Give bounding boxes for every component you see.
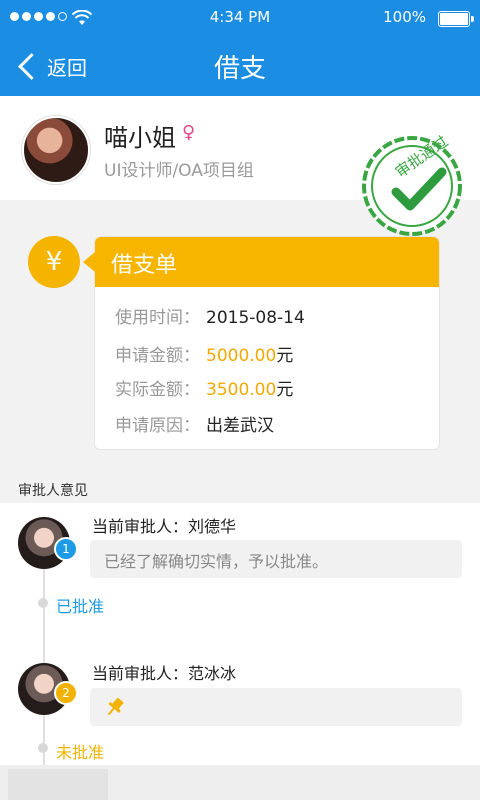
user-role: UI设计师/OA项目组 [104, 161, 254, 181]
status-pending: 未批准 [56, 743, 105, 762]
row-label: 使用时间： [115, 308, 200, 328]
card-header: 借支单 [83, 237, 439, 287]
female-icon: ♀ [182, 122, 196, 143]
approver-name: 当前审批人：刘德华 [92, 517, 237, 536]
row-unit: 元 [276, 346, 294, 366]
top-bar: 4:34 PM 100% 返回 借支 [0, 0, 480, 96]
loan-card: 借支单 使用时间： 2015-08-14 申请金额： 5000.00元 实际金额： 3… [83, 236, 440, 450]
bottom-tab[interactable] [8, 769, 108, 800]
row-actual-amount: 实际金额： 3500.00元 [115, 375, 293, 400]
approvals-list: 1 当前审批人：刘德华 已经了解确切实情，予以批准。 已批准 2 当前审批人：范… [0, 503, 480, 765]
comment-bubble: 已经了解确切实情，予以批准。 [90, 540, 462, 578]
row-value: 5000.00 [206, 346, 277, 366]
page-title: 借支 [213, 54, 266, 84]
yen-icon: ¥ [28, 236, 80, 288]
comment-bubble [90, 688, 462, 726]
row-use-date: 使用时间： 2015-08-14 [115, 303, 305, 328]
order-badge: 1 [54, 537, 78, 561]
order-badge: 2 [54, 681, 78, 705]
approved-stamp: 审批通过 [360, 132, 464, 238]
pin-icon [107, 697, 124, 716]
section-title: 审批人意见 [18, 483, 88, 499]
card-title: 借支单 [111, 253, 178, 278]
user-name: 喵小姐 [104, 124, 176, 152]
battery-percent: 100% [383, 8, 426, 26]
battery-icon [438, 11, 474, 27]
timeline-dot [38, 743, 48, 753]
row-reason: 申请原因： 出差武汉 [115, 411, 274, 436]
row-value: 3500.00 [206, 380, 277, 400]
row-unit: 元 [276, 380, 294, 400]
comment-text: 已经了解确切实情，予以批准。 [104, 552, 329, 571]
status-bar: 4:34 PM 100% [0, 8, 480, 28]
row-value: 2015-08-14 [206, 308, 305, 328]
row-label: 实际金额： [115, 380, 200, 400]
row-label: 申请金额： [115, 346, 200, 366]
bottom-bar [0, 765, 480, 800]
row-label: 申请原因： [115, 416, 200, 436]
row-apply-amount: 申请金额： 5000.00元 [115, 341, 293, 366]
timeline-dot [38, 598, 48, 608]
avatar [22, 116, 90, 184]
approver-name: 当前审批人：范冰冰 [92, 664, 237, 683]
row-value: 出差武汉 [206, 416, 274, 436]
status-approved: 已批准 [56, 597, 105, 616]
